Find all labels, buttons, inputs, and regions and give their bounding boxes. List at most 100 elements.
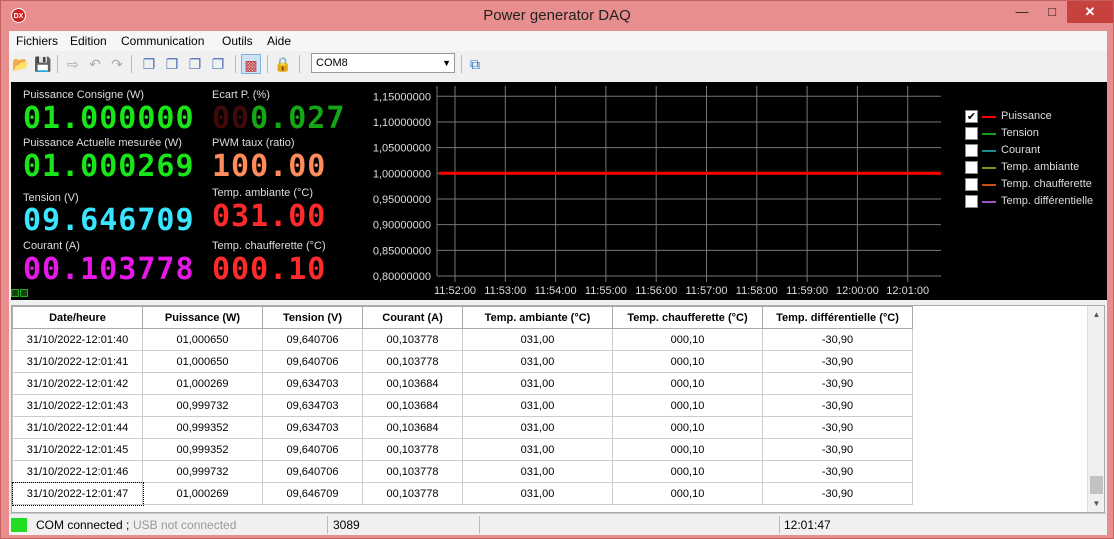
legend-item[interactable]: Courant [965,142,1105,159]
table-cell[interactable]: -30,90 [762,460,913,483]
table-cell[interactable]: 00,103778 [362,328,463,351]
minimize-button[interactable]: — [1007,1,1037,23]
table-cell[interactable]: -30,90 [762,416,913,439]
table-cell[interactable]: 31/10/2022-12:01:40 [12,328,143,351]
legend-checkbox[interactable]: ✔ [965,110,978,123]
column-header[interactable]: Date/heure [12,306,143,329]
undo-icon[interactable]: ↶ [85,54,105,74]
paste-icon[interactable]: ❐ [185,54,205,74]
legend-checkbox[interactable] [965,127,978,140]
table-cell[interactable]: 031,00 [462,438,613,461]
table-row[interactable]: 31/10/2022-12:01:42 01,000269 09,634703 00,… [12,372,913,395]
table-cell[interactable]: 09,640706 [262,350,363,373]
table-cell[interactable]: 000,10 [612,438,763,461]
table-row[interactable]: 31/10/2022-12:01:47 01,000269 09,646709 00,… [12,481,913,506]
table-cell[interactable]: 31/10/2022-12:01:47 [12,481,144,506]
table-cell[interactable]: 31/10/2022-12:01:45 [12,438,143,461]
com-port-select[interactable]: COM8 ▼ [311,53,455,73]
table-row[interactable]: 31/10/2022-12:01:40 01,000650 09,640706 00,… [12,328,913,351]
table-cell[interactable]: 000,10 [612,416,763,439]
table-cell[interactable]: 00,103778 [362,482,463,505]
table-cell[interactable]: 000,10 [612,328,763,351]
table-row[interactable]: 31/10/2022-12:01:45 00,999352 09,640706 00,… [12,438,913,461]
table-cell[interactable]: -30,90 [762,394,913,417]
table-cell[interactable]: 00,103778 [362,350,463,373]
table-row[interactable]: 31/10/2022-12:01:44 00,999352 09,634703 00,… [12,416,913,439]
table-cell[interactable]: 31/10/2022-12:01:41 [12,350,143,373]
table-cell[interactable]: 000,10 [612,460,763,483]
table-cell[interactable]: 00,999352 [142,438,263,461]
table-cell[interactable]: 00,999352 [142,416,263,439]
table-cell[interactable]: 01,000269 [142,372,263,395]
table-cell[interactable]: 31/10/2022-12:01:42 [12,372,143,395]
table-cell[interactable]: 31/10/2022-12:01:43 [12,394,143,417]
table-cell[interactable]: -30,90 [762,372,913,395]
table-cell[interactable]: -30,90 [762,482,913,505]
column-header[interactable]: Temp. différentielle (°C) [762,306,913,329]
title-bar[interactable]: DX Power generator DAQ — □ ✕ [1,1,1113,31]
table-row[interactable]: 31/10/2022-12:01:43 00,999732 09,634703 00,… [12,394,913,417]
legend-checkbox[interactable] [965,161,978,174]
table-cell[interactable]: 000,10 [612,482,763,505]
legend-item[interactable]: Temp. chaufferette [965,176,1105,193]
table-row[interactable]: 31/10/2022-12:01:46 00,999732 09,640706 00,… [12,460,913,483]
export-icon[interactable]: ⇨ [63,54,83,74]
table-cell[interactable]: 01,000650 [142,350,263,373]
table-cell[interactable]: -30,90 [762,350,913,373]
scroll-thumb[interactable] [1090,476,1103,494]
copy-icon[interactable]: ❐ [139,54,159,74]
scroll-up-icon[interactable]: ▲ [1088,306,1104,323]
clipboard-icon[interactable]: ❐ [208,54,228,74]
legend-checkbox[interactable] [965,178,978,191]
table-cell[interactable]: 09,640706 [262,460,363,483]
table-cell[interactable]: 01,000269 [142,482,263,505]
table-cell[interactable]: 00,103684 [362,394,463,417]
legend-item[interactable]: Temp. différentielle [965,193,1105,210]
column-header[interactable]: Temp. ambiante (°C) [462,306,613,329]
table-cell[interactable]: 00,103778 [362,460,463,483]
table-cell[interactable]: 09,640706 [262,328,363,351]
table-cell[interactable]: 031,00 [462,482,613,505]
legend-item[interactable]: Tension [965,125,1105,142]
redo-icon[interactable]: ↷ [107,54,127,74]
table-cell[interactable]: 00,999732 [142,460,263,483]
table-cell[interactable]: 031,00 [462,416,613,439]
legend-checkbox[interactable] [965,195,978,208]
new-window-icon[interactable]: ⧉ [465,54,485,74]
vertical-scrollbar[interactable]: ▲ ▼ [1087,306,1104,512]
table-cell[interactable]: 09,646709 [262,482,363,505]
table-cell[interactable]: 09,640706 [262,438,363,461]
table-cell[interactable]: 09,634703 [262,416,363,439]
column-header[interactable]: Courant (A) [362,306,463,329]
table-cell[interactable]: 00,103778 [362,438,463,461]
menu-outils[interactable]: Outils [222,34,253,48]
open-folder-icon[interactable]: 📂 [11,54,31,74]
lock-icon[interactable]: 🔒 [273,54,293,74]
column-header[interactable]: Tension (V) [262,306,363,329]
save-icon[interactable]: 💾 [33,54,53,74]
table-cell[interactable]: 31/10/2022-12:01:44 [12,416,143,439]
legend-item[interactable]: Temp. ambiante [965,159,1105,176]
menu-communication[interactable]: Communication [121,34,204,48]
table-cell[interactable]: 09,634703 [262,394,363,417]
table-cell[interactable]: 01,000650 [142,328,263,351]
menu-aide[interactable]: Aide [267,34,291,48]
table-cell[interactable]: 031,00 [462,372,613,395]
table-cell[interactable]: 00,103684 [362,372,463,395]
table-cell[interactable]: -30,90 [762,438,913,461]
menu-edition[interactable]: Edition [70,34,107,48]
scroll-down-icon[interactable]: ▼ [1088,495,1104,512]
menu-fichiers[interactable]: Fichiers [16,34,58,48]
table-cell[interactable]: 031,00 [462,328,613,351]
table-cell[interactable]: 000,10 [612,394,763,417]
chart-icon[interactable]: ▩ [241,54,261,74]
maximize-button[interactable]: □ [1037,1,1067,23]
legend-item[interactable]: ✔ Puissance [965,108,1105,125]
legend-checkbox[interactable] [965,144,978,157]
column-header[interactable]: Puissance (W) [142,306,263,329]
table-row[interactable]: 31/10/2022-12:01:41 01,000650 09,640706 00,… [12,350,913,373]
table-cell[interactable]: 09,634703 [262,372,363,395]
table-cell[interactable]: 31/10/2022-12:01:46 [12,460,143,483]
column-header[interactable]: Temp. chaufferette (°C) [612,306,763,329]
table-cell[interactable]: 000,10 [612,372,763,395]
